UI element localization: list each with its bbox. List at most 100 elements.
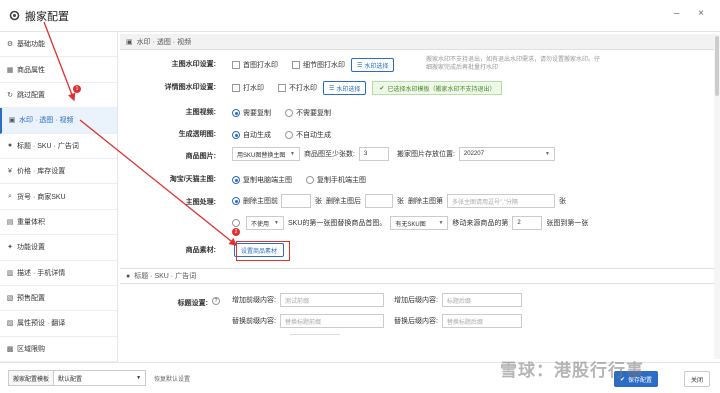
chevron-down-icon: ▼ [274, 220, 279, 226]
sidebar-item[interactable]: ✦ 功能设置 [0, 235, 117, 261]
image-source-select[interactable]: 用SKU图替换主图 ▼ [232, 147, 300, 161]
copy-mobile-main-radio[interactable]: 复制手机端主图 [306, 175, 366, 185]
function-icon: ✦ [7, 244, 13, 252]
annotation-marker-2: 2 [232, 228, 240, 236]
detail-watermark-off-checkbox[interactable]: 不打水印 [278, 83, 317, 93]
move-image-input[interactable]: 2 [512, 216, 543, 230]
sidebar-item[interactable]: ▤ 重量体积 [0, 210, 117, 236]
list-icon: ☰ [329, 85, 335, 92]
checkbox[interactable] [232, 61, 240, 69]
detail-watermark-label: 详情图水印设置: [164, 84, 216, 91]
sidebar-item[interactable]: ▧ 预售配置 [0, 286, 117, 312]
transparent-auto-radio[interactable]: 自动生成 [232, 130, 271, 140]
list-icon: ☰ [357, 62, 363, 69]
suffix-input[interactable]: 标题后缀 [441, 293, 522, 307]
sidebar-item[interactable]: ▥ 描述 · 手机详情 [0, 261, 117, 286]
section-title: 水印 · 透图 · 视频 [136, 38, 192, 46]
detail-watermark-select-button[interactable]: ☰ 水印选择 [323, 81, 367, 95]
sku-replace-radio[interactable] [232, 219, 240, 227]
detail-watermark-on-checkbox[interactable]: 打水印 [232, 83, 264, 93]
watermark-text: 雪球：港股行行事 [500, 361, 644, 380]
title-settings-label: 标题设置: [177, 300, 208, 307]
delete-front-input[interactable] [281, 194, 311, 208]
video-nocopy-radio[interactable]: 不需要复制 [285, 108, 331, 118]
sku-usage-select[interactable]: 不使用 ▼ [246, 216, 284, 230]
description-icon: ▥ [6, 269, 14, 277]
prefix-input[interactable]: 测试前缀 [279, 293, 384, 307]
help-icon[interactable]: ? [212, 297, 220, 305]
chevron-down-icon: ▼ [290, 151, 295, 157]
check-icon: ✔ [379, 85, 385, 92]
gear-icon: ⚙ [6, 41, 14, 49]
radio[interactable] [285, 131, 293, 139]
tag-icon: ● [7, 142, 13, 150]
sidebar-item-label: 属性预设 · 翻译 [17, 320, 66, 328]
unit-label: 张 [315, 198, 322, 205]
checkbox[interactable] [292, 61, 300, 69]
suffix-label: 增加后缀内容: [393, 297, 438, 304]
min-images-input[interactable]: 3 [358, 147, 389, 161]
replace-prefix-input[interactable]: 替换标题前缀 [279, 314, 384, 328]
sidebar-item[interactable]: ▦ 商品属性 [0, 57, 117, 83]
radio[interactable] [232, 131, 240, 139]
gear-icon [8, 9, 21, 22]
unit-label: 张 [397, 198, 404, 205]
region-icon: ▩ [6, 345, 14, 353]
watermark-hint: 搬家水印不支持退出，如有退出水印需求，请勿设置搬家水印。仔 细搬家完成后再批量打… [426, 57, 601, 71]
main-watermark-label: 主图水印设置: [171, 61, 216, 68]
delete-back-input[interactable] [365, 194, 393, 208]
image-icon: ▣ [8, 117, 16, 125]
replace-suffix-input[interactable]: 替换标题后缀 [441, 314, 522, 328]
grid-icon: ▦ [6, 66, 14, 74]
sidebar-item[interactable]: ⌕ 货号 · 商家SKU [0, 184, 117, 210]
translate-icon: ▨ [6, 320, 14, 328]
sidebar-item-label: 商品属性 [17, 66, 45, 74]
detail-image-watermark-checkbox[interactable]: 细节图打水印 [292, 60, 345, 70]
section-header-title[interactable]: ● 标题 · SKU · 广告词 [120, 268, 720, 284]
sidebar-item-label: 水印 · 透图 · 视频 [19, 117, 74, 125]
section-title: 标题 · SKU · 广告词 [134, 273, 197, 280]
video-copy-radio[interactable]: 需要复制 [232, 108, 271, 118]
product-images-label: 商品图片: [185, 153, 216, 160]
image-location-select[interactable]: 202207 ▼ [458, 147, 555, 161]
window-controls[interactable]: – × [674, 8, 712, 19]
sidebar-item[interactable]: ▣ 水印 · 透图 · 视频 [0, 108, 117, 134]
radio[interactable] [232, 197, 240, 205]
unit-label: 张 [559, 198, 566, 205]
checkbox[interactable] [232, 84, 240, 92]
watermark-select-button[interactable]: ☰ 水印选择 [351, 58, 395, 72]
sidebar-item-label: 描述 · 手机详情 [17, 269, 66, 277]
radio[interactable] [232, 109, 240, 117]
watermark-status-badge: ✔ 已选择水印模板（搬家水印不支持退出） [372, 81, 503, 95]
sidebar-item[interactable]: ↻ 跳过配置 [0, 83, 117, 109]
restore-default-link[interactable]: 恢复默认设置 [154, 374, 190, 383]
main-content: ▣ 水印 · 透图 · 视频 主图水印设置: 首图打水印 细节图打水印 ☰ 水印选… [120, 34, 720, 359]
sidebar-item[interactable]: ⚙ 基础功能 [0, 32, 117, 58]
delete-back-label: 删除主图后 [326, 198, 361, 205]
section-header-watermark[interactable]: ▣ 水印 · 透图 · 视频 [120, 34, 720, 50]
scrollbar-thumb[interactable] [715, 36, 719, 96]
copy-pc-main-radio[interactable]: 复制电脑端主图 [232, 175, 292, 185]
radio[interactable] [232, 176, 240, 184]
close-button[interactable]: 关闭 [683, 371, 710, 387]
sidebar-item-label: 价格 · 库存设置 [17, 168, 66, 176]
sidebar-item-label: 重量体积 [17, 218, 45, 226]
sku-image-select[interactable]: 有无SKU图 ▼ [390, 216, 449, 230]
template-select[interactable]: 默认配置 ▼ [54, 370, 147, 386]
sidebar-item[interactable]: ● 标题 · SKU · 广告词 [0, 134, 117, 159]
annotation-box [236, 241, 290, 261]
first-image-watermark-checkbox[interactable]: 首图打水印 [232, 60, 278, 70]
delete-main-input[interactable]: 多张主图请用逗号","分隔 [447, 194, 555, 208]
delete-front-radio[interactable]: 删除主图前 [232, 196, 278, 206]
price-icon: ¥ [8, 167, 12, 175]
transparent-noauto-radio[interactable]: 不自动生成 [285, 130, 331, 140]
delete-main-label: 删除主图第 [408, 198, 443, 205]
checkbox[interactable] [278, 84, 286, 92]
radio[interactable] [306, 176, 314, 184]
sidebar-item[interactable]: ¥ 价格 · 库存设置 [0, 159, 117, 185]
sidebar-item[interactable]: ▩ 区域限购 [0, 337, 117, 363]
sidebar-item[interactable]: ▨ 属性预设 · 翻译 [0, 311, 117, 337]
sidebar-item-label: 货号 · 商家SKU [17, 193, 66, 201]
sidebar-item-label: 基础功能 [17, 41, 45, 49]
radio[interactable] [285, 109, 293, 117]
